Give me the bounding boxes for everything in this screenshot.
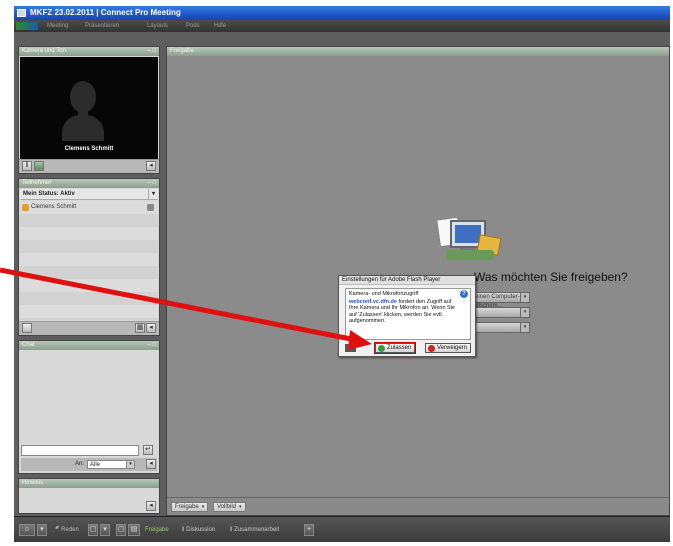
chevron-down-icon: ▾	[126, 461, 134, 468]
chat-recipient-value: Alle	[90, 462, 101, 468]
pod-window-controls[interactable]: – □	[147, 341, 156, 350]
camera-toggle-icon[interactable]	[34, 161, 44, 171]
camera-pod-header: Kamera und Ton – □	[19, 47, 159, 56]
speak-label: Reden	[61, 527, 79, 533]
fullscreen-icon[interactable]: ▢	[116, 524, 126, 536]
allow-label: Zulassen	[387, 345, 412, 351]
chevron-down-icon[interactable]: ▾	[100, 524, 110, 536]
menu-bar: Meeting Präsentieren Layouts Pods Hilfe	[14, 20, 670, 32]
list-item[interactable]: Clemens Schmitt	[20, 201, 158, 214]
speak-button[interactable]: 🎤 Reden	[52, 524, 79, 536]
dialog-title: Einstellungen für Adobe Flash Player	[339, 276, 475, 285]
pod-window-controls[interactable]: – □	[147, 179, 156, 188]
chevron-down-icon: ▾	[520, 323, 529, 332]
share-pod-title: Freigabe	[170, 48, 194, 54]
share-menu-button[interactable]: Freigabe ▾	[171, 502, 209, 512]
connect-logo	[16, 22, 38, 30]
chat-recipient-row: An: Alle ▾ ◂	[21, 458, 157, 471]
camera-pod: Kamera und Ton – □ Clemens Schmitt ‖ ◂	[18, 46, 160, 174]
my-status-icon[interactable]: ☺	[19, 524, 35, 536]
flash-settings-dialog: Einstellungen für Adobe Flash Player ? K…	[338, 275, 476, 357]
share-pod-footer: Freigabe ▾ Vollbild ▾	[167, 497, 669, 515]
user-silhouette-icon	[62, 81, 104, 141]
requesting-url: webconf.vc.dfn.de	[349, 298, 397, 305]
chevron-down-icon: ▾	[520, 293, 529, 302]
attendees-pod-title: Teilnehmer	[22, 180, 52, 186]
camera-icon	[345, 344, 356, 352]
video-feed: Clemens Schmitt	[20, 57, 158, 161]
tab-collaboration[interactable]: ‖ Zusammenarbeit	[230, 524, 279, 536]
bottom-toolbar: ☺ ▾ 🎤 Reden ▢ ▾ ▢ ▤ Freigabe ‖ Diskussio…	[14, 516, 670, 542]
dialog-message: webconf.vc.dfn.de fordert den Zugriff au…	[349, 299, 467, 325]
chevron-down-icon[interactable]: ▾	[37, 524, 47, 536]
chat-recipient-select[interactable]: Alle ▾	[87, 460, 135, 469]
chat-pod: Chat – □ ↵ An: Alle ▾ ◂	[18, 340, 160, 474]
chat-pod-title: Chat	[22, 342, 35, 348]
chevron-down-icon: ▾	[148, 189, 158, 199]
add-layout-button[interactable]: +	[304, 524, 314, 536]
pause-icon[interactable]: ‖	[22, 161, 32, 171]
pod-options-icon[interactable]: ◂	[146, 501, 156, 511]
attendee-list: Clemens Schmitt	[20, 201, 158, 320]
dialog-footer: Zulassen Verweigern	[345, 342, 472, 354]
notes-pod-title: Hinweis	[22, 480, 44, 486]
camera-button[interactable]: ▢	[88, 524, 98, 536]
notes-pod-header: Hinweis	[19, 479, 159, 488]
chat-input[interactable]	[21, 445, 139, 456]
menu-present[interactable]: Präsentieren	[85, 20, 119, 32]
deny-button[interactable]: Verweigern	[425, 343, 472, 353]
chat-messages	[20, 351, 158, 443]
attendee-options-icon[interactable]	[22, 323, 32, 333]
fullscreen-label: Vollbild	[217, 504, 237, 510]
dialog-content: ? Kamera- und Mikrofonzugriff webconf.vc…	[345, 288, 471, 340]
allow-button[interactable]: Zulassen	[373, 342, 417, 354]
tab-share[interactable]: Freigabe	[145, 524, 169, 536]
chevron-down-icon: ▾	[520, 308, 529, 317]
title-bar: MKFZ 23.02.2011 | Connect Pro Meeting	[14, 6, 670, 20]
grid-view-icon[interactable]: ▦	[135, 323, 145, 333]
share-pod-header: Freigabe	[167, 47, 669, 56]
menu-meeting[interactable]: Meeting	[47, 20, 68, 32]
speaker-icon	[147, 204, 154, 211]
host-icon	[22, 204, 29, 211]
pod-options-icon[interactable]: ◂	[146, 459, 156, 469]
tab-discussion-label: Diskussion	[186, 527, 216, 533]
notes-pod: Hinweis ◂	[18, 478, 160, 514]
deny-icon	[428, 345, 435, 352]
tab-collaboration-label: Zusammenarbeit	[234, 527, 280, 533]
chevron-down-icon: ▾	[201, 504, 205, 510]
window-title: MKFZ 23.02.2011 | Connect Pro Meeting	[30, 8, 181, 17]
share-menu-label: Freigabe	[175, 504, 199, 510]
menu-layouts[interactable]: Layouts	[147, 20, 168, 32]
attendees-pod-header: Teilnehmer – □	[19, 179, 159, 188]
camera-pod-title: Kamera und Ton	[22, 48, 66, 54]
pod-window-controls[interactable]: – □	[147, 47, 156, 56]
share-question: Was möchten Sie freigeben?	[474, 270, 628, 284]
my-status-dropdown[interactable]: Mein Status: Aktiv ▾	[20, 189, 158, 200]
dialog-heading: Kamera- und Mikrofonzugriff	[349, 291, 419, 297]
fullscreen-button[interactable]: Vollbild ▾	[213, 502, 246, 512]
my-status-label: Mein Status: Aktiv	[23, 191, 75, 197]
app-icon	[17, 9, 26, 17]
attendees-pod-footer: ▦ ◂	[19, 321, 159, 335]
pod-options-icon[interactable]: ◂	[146, 161, 156, 171]
chat-to-label: An:	[75, 461, 85, 467]
menu-pods[interactable]: Pods	[186, 20, 200, 32]
tab-discussion[interactable]: ‖ Diskussion	[182, 524, 215, 536]
menu-help[interactable]: Hilfe	[214, 20, 226, 32]
check-icon	[378, 345, 385, 352]
tab-share-label: Freigabe	[145, 527, 169, 533]
camera-pod-footer: ‖ ◂	[19, 159, 159, 173]
chat-pod-header: Chat – □	[19, 341, 159, 350]
send-icon[interactable]: ↵	[143, 445, 153, 455]
attendee-name: Clemens Schmitt	[31, 204, 77, 210]
share-illustration-icon	[436, 212, 504, 268]
chevron-down-icon: ▾	[239, 504, 242, 510]
layout-icon[interactable]: ▤	[128, 524, 140, 536]
attendees-pod: Teilnehmer – □ Mein Status: Aktiv ▾ Clem…	[18, 178, 160, 336]
deny-label: Verweigern	[437, 345, 468, 351]
help-icon[interactable]: ?	[460, 290, 468, 298]
pod-options-icon[interactable]: ◂	[146, 323, 156, 333]
video-participant-name: Clemens Schmitt	[64, 146, 114, 152]
